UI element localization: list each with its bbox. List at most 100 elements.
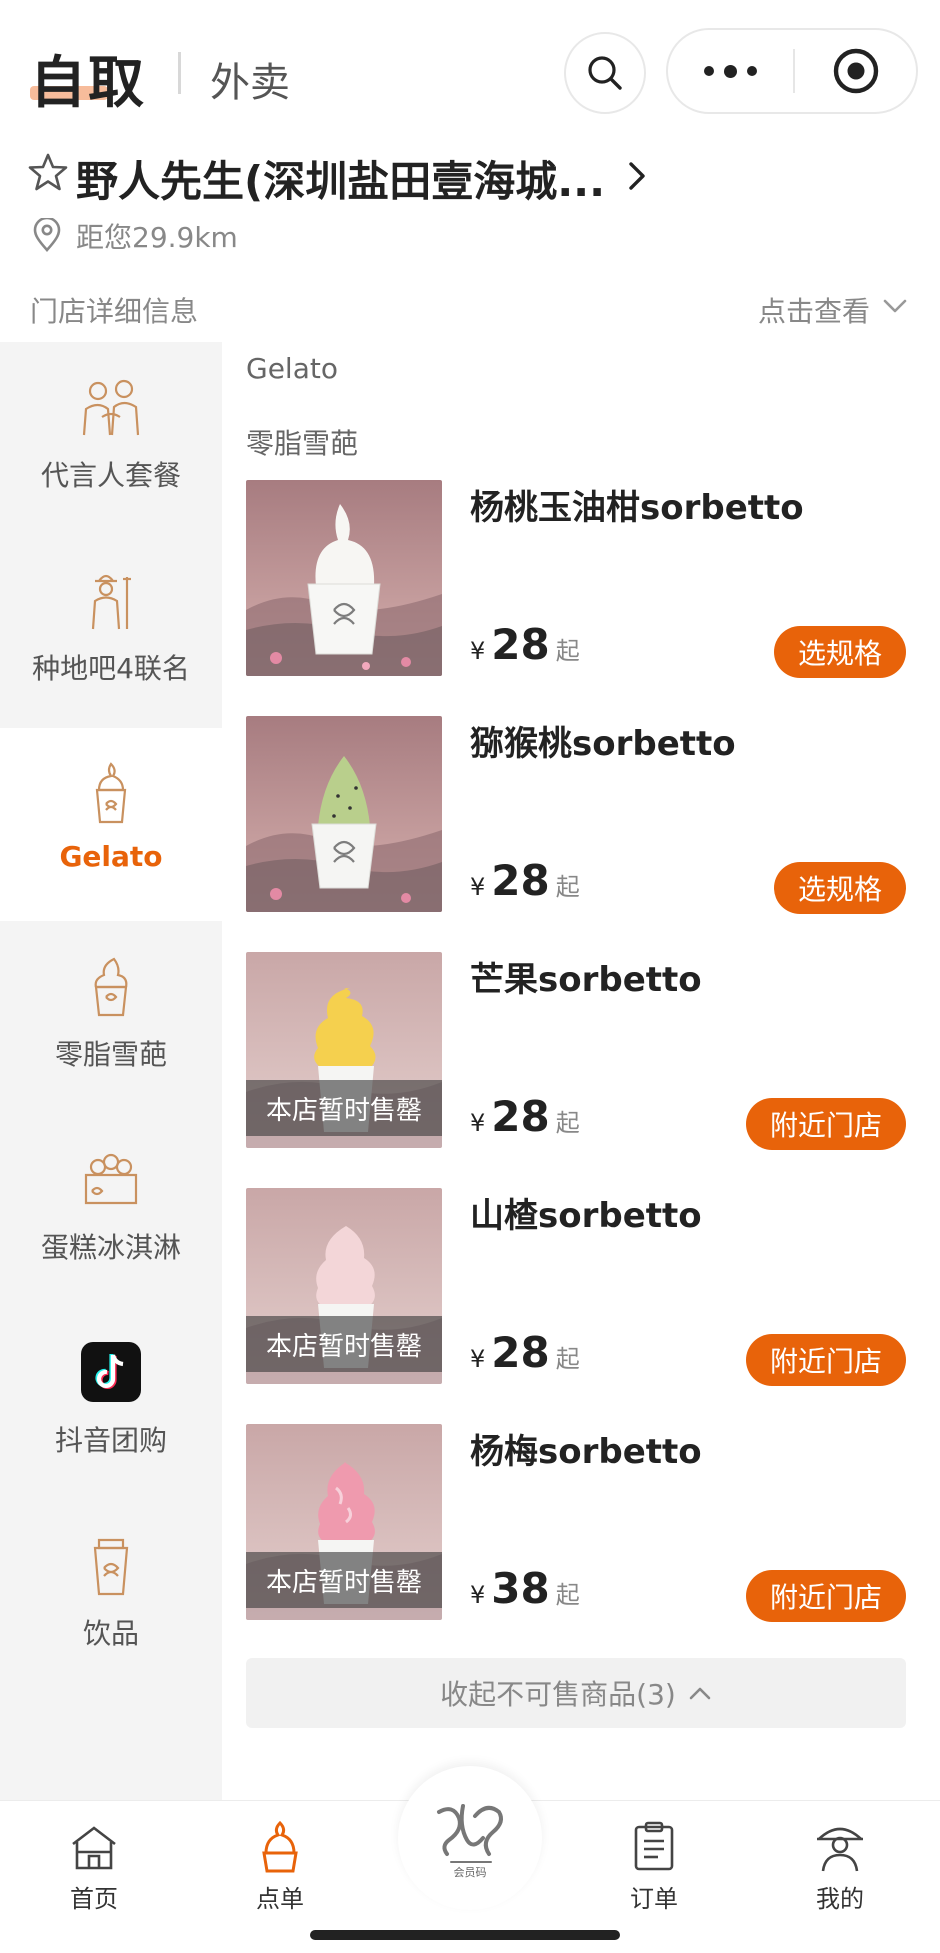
store-detail-label: 门店详细信息 [30,295,199,328]
search-icon [588,56,622,90]
favorite-star-icon[interactable] [28,152,68,192]
price-suffix: 起 [555,1345,580,1373]
gelato-cup-icon [76,760,146,826]
product-price: ¥28 起 [470,1092,580,1141]
price-suffix: 起 [555,873,580,901]
category-sidebar: 代言人套餐 种地吧4联名 Gelato 零脂雪葩 蛋糕冰淇淋 抖音团购 饮品 [0,342,222,1802]
sidebar-item-drinks[interactable]: 饮品 [0,1500,222,1693]
nearby-stores-button[interactable]: 附近门店 [745,1570,906,1622]
tab-delivery[interactable]: 外卖 [210,50,290,108]
tab-order[interactable]: 点单 [220,1819,340,1914]
product-name: 猕猴桃sorbetto [470,724,736,764]
collapse-unavailable-button[interactable]: 收起不可售商品(3) [246,1658,906,1728]
sidebar-item-farming[interactable]: 种地吧4联名 [0,535,222,728]
select-spec-button[interactable]: 选规格 [773,862,906,914]
sidebar-item-cake[interactable]: 蛋糕冰淇淋 [0,1114,222,1307]
product-name: 山楂sorbetto [470,1196,702,1236]
chevron-right-icon[interactable] [624,156,650,196]
tab-orders[interactable]: 订单 [594,1819,714,1914]
view-detail-link[interactable]: 点击查看 [758,290,870,330]
collapse-label: 收起不可售商品(3) [440,1678,676,1711]
douyin-icon [76,1339,146,1405]
product-price: ¥28 起 [470,856,580,905]
product-card[interactable]: 本店暂时售罄 芒果sorbetto ¥28 起 附近门店 [246,952,906,1150]
product-card[interactable]: 本店暂时售罄 杨梅sorbetto ¥38 起 附近门店 [246,1424,906,1622]
nearby-stores-button[interactable]: 附近门店 [745,1098,906,1150]
location-pin-icon [33,218,61,252]
currency-symbol: ¥ [470,1581,486,1609]
price-value: 28 [491,620,550,669]
profile-icon [810,1819,870,1875]
product-thumb-svg [246,480,442,676]
cake-icon [76,1146,146,1212]
sidebar-item-douyin[interactable]: 抖音团购 [0,1307,222,1500]
drink-cup-icon [76,1532,146,1598]
section-title-gelato: Gelato [246,352,338,385]
sold-out-badge: 本店暂时售罄 [246,1552,442,1608]
spokesperson-icon [76,374,146,440]
product-image[interactable]: 本店暂时售罄 [246,1424,442,1620]
product-thumb-svg [246,716,442,912]
miniapp-capsule [666,28,918,114]
currency-symbol: ¥ [470,1345,486,1373]
select-spec-button[interactable]: 选规格 [773,626,906,678]
store-name[interactable]: 野人先生(深圳盐田壹海城... [76,148,605,209]
chevron-down-icon[interactable] [882,296,908,316]
price-suffix: 起 [555,1581,580,1609]
home-icon [64,1819,124,1875]
product-card[interactable]: 本店暂时售罄 山楂sorbetto ¥28 起 附近门店 [246,1188,906,1386]
product-image[interactable]: 本店暂时售罄 [246,952,442,1148]
currency-symbol: ¥ [470,637,486,665]
tab-label: 订单 [630,1885,678,1913]
sidebar-item-gelato[interactable]: Gelato [0,728,222,921]
sidebar-item-label: 种地吧4联名 [32,652,190,685]
sidebar-item-spokesperson[interactable]: 代言人套餐 [0,342,222,535]
product-price: ¥38 起 [470,1564,580,1613]
sorbet-cup-icon [76,953,146,1019]
target-close-icon[interactable] [795,30,916,112]
product-name: 芒果sorbetto [470,960,702,1000]
section-title-sorbet: 零脂雪葩 [246,427,359,460]
product-image[interactable] [246,480,442,676]
price-suffix: 起 [555,637,580,665]
chevron-up-icon [689,1687,711,1700]
price-value: 38 [491,1564,550,1613]
farmer-icon [76,567,146,633]
sidebar-item-label: 零脂雪葩 [54,1038,167,1071]
currency-symbol: ¥ [470,1109,486,1137]
product-card[interactable]: 猕猴桃sorbetto ¥28 起 选规格 [246,716,906,914]
tab-profile[interactable]: 我的 [780,1819,900,1914]
tab-label: 我的 [816,1885,864,1913]
tab-label: 首页 [70,1885,118,1913]
product-name: 杨梅sorbetto [470,1432,702,1472]
search-button[interactable] [564,32,646,114]
home-indicator [310,1930,620,1940]
sidebar-item-label: Gelato [59,840,163,873]
sold-out-badge: 本店暂时售罄 [246,1080,442,1136]
product-price: ¥28 起 [470,1328,580,1377]
price-value: 28 [491,1092,550,1141]
more-dots-icon[interactable] [668,30,793,112]
tab-label: 点单 [256,1885,304,1913]
tab-home[interactable]: 首页 [34,1819,154,1914]
sidebar-item-label: 饮品 [82,1617,139,1650]
currency-symbol: ¥ [470,873,486,901]
product-card[interactable]: 杨桃玉油柑sorbetto ¥28 起 选规格 [246,480,906,678]
product-price: ¥28 起 [470,620,580,669]
mode-separator [178,52,181,94]
sidebar-item-sorbet[interactable]: 零脂雪葩 [0,921,222,1114]
sold-out-badge: 本店暂时售罄 [246,1316,442,1372]
member-code-logo [437,1804,503,1863]
price-value: 28 [491,856,550,905]
sidebar-item-label: 蛋糕冰淇淋 [40,1231,181,1264]
member-code-label: 会员码 [453,1866,487,1879]
product-image[interactable] [246,716,442,912]
member-code-button[interactable]: 会员码 [398,1766,542,1910]
price-value: 28 [491,1328,550,1377]
tab-pickup[interactable]: 自取 [30,38,146,119]
order-list-icon [624,1819,684,1875]
sidebar-item-label: 代言人套餐 [40,459,181,492]
nearby-stores-button[interactable]: 附近门店 [745,1334,906,1386]
sidebar-item-label: 抖音团购 [54,1424,167,1457]
product-image[interactable]: 本店暂时售罄 [246,1188,442,1384]
